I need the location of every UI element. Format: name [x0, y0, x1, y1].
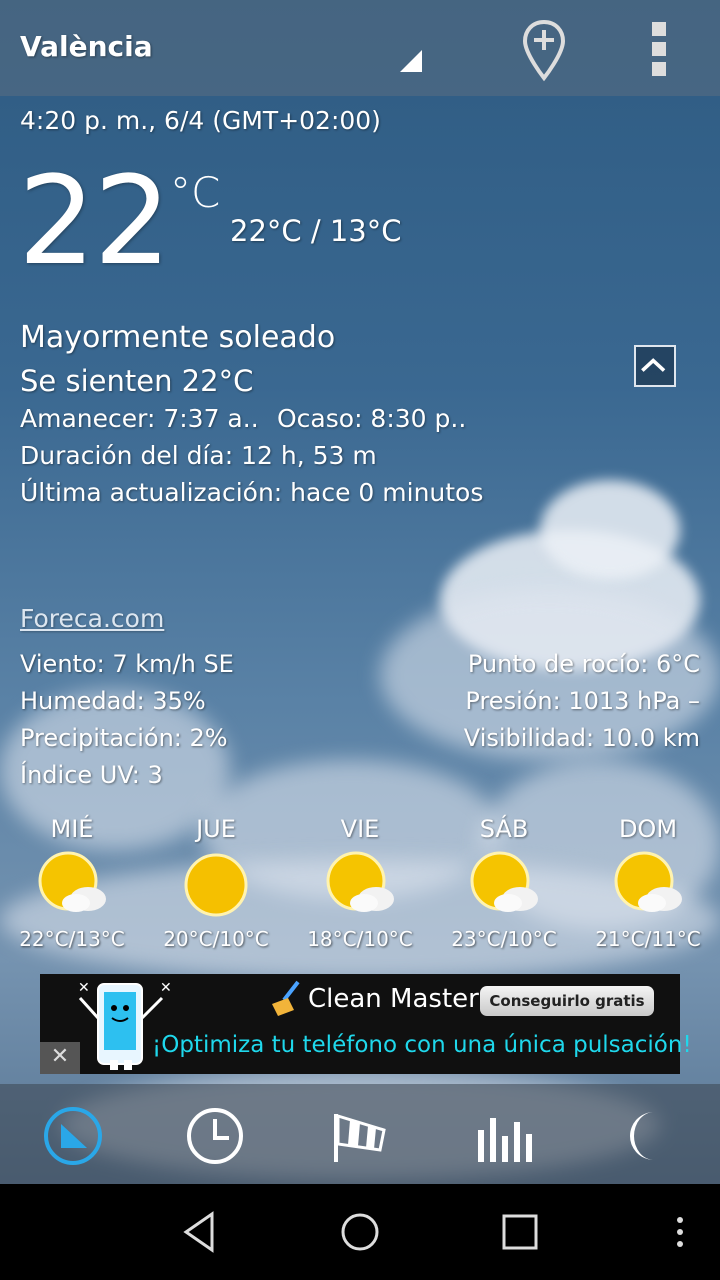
day-length: Duración del día: 12 h, 53 m [20, 441, 377, 470]
forecast-day-name: MIÉ [50, 815, 94, 843]
ad-cta-button[interactable]: Conseguirlo gratis [480, 986, 654, 1016]
sun-cloud-icon [38, 851, 106, 912]
svg-text:✕: ✕ [78, 980, 90, 996]
clock-icon[interactable] [183, 1104, 247, 1168]
ad-title: Clean Master [308, 984, 479, 1014]
city-name[interactable]: València [20, 30, 153, 63]
ad-subtitle: ¡Optimiza tu teléfono con una única puls… [152, 1032, 692, 1058]
recents-icon[interactable] [496, 1208, 544, 1256]
forecast-day-name: SÁB [479, 815, 529, 843]
last-update: Última actualización: hace 0 minutos [20, 478, 484, 507]
current-temperature: 22 [18, 150, 171, 292]
forecast-day[interactable]: JUE 20°C/10°C [144, 815, 288, 951]
daily-forecast: MIÉ 22°C/13°C JUE 20°C/10°C VIE 18°C/10°… [0, 815, 720, 955]
system-nav-bar [0, 1184, 720, 1280]
visibility: Visibilidad: 10.0 km [463, 724, 700, 752]
home-icon[interactable] [336, 1208, 384, 1256]
ad-banner[interactable]: ✕ ✕ Clean Master Conseguirlo gratis ¡Opt… [40, 974, 692, 1074]
top-bar: València [0, 0, 720, 96]
chevron-up-icon [641, 358, 666, 372]
wind: Viento: 7 km/h SE [20, 650, 234, 678]
forecast-day-name: JUE [196, 815, 236, 843]
local-time: 4:20 p. m., 6/4 (GMT+02:00) [20, 106, 381, 135]
moon-icon[interactable] [614, 1104, 678, 1168]
forecast-range: 18°C/10°C [307, 927, 413, 951]
sunrise: Amanecer: 7:37 a.. [20, 404, 259, 433]
forecast-range: 21°C/11°C [595, 927, 701, 951]
sun-icon [184, 853, 248, 917]
forecast-day[interactable]: DOM 21°C/11°C [576, 815, 720, 951]
dew-point: Punto de rocío: 6°C [467, 650, 700, 678]
sunset: Ocaso: 8:30 p.. [277, 404, 467, 433]
sun-cloud-icon [326, 851, 394, 912]
add-location-icon[interactable] [522, 18, 566, 84]
svg-text:✕: ✕ [160, 980, 172, 996]
windsock-icon[interactable] [328, 1104, 392, 1168]
uv-index: Índice UV: 3 [20, 761, 163, 789]
collapse-button[interactable] [634, 345, 676, 387]
temperature-unit: °C [170, 168, 221, 217]
sun-cloud-icon [470, 851, 538, 912]
source-link[interactable]: Foreca.com [20, 604, 164, 633]
current-weather-icon[interactable] [41, 1104, 105, 1168]
back-icon[interactable] [176, 1208, 224, 1256]
feels-like: Se sienten 22°C [20, 364, 254, 398]
forecast-range: 23°C/10°C [451, 927, 557, 951]
pressure: Presión: 1013 hPa – [465, 687, 700, 715]
forecast-day[interactable]: VIE 18°C/10°C [288, 815, 432, 951]
overflow-menu-icon[interactable] [652, 22, 668, 78]
sun-cloud-icon [614, 851, 682, 912]
overflow-menu-icon[interactable] [656, 1208, 704, 1256]
tab-bar [0, 1084, 720, 1184]
forecast-day-name: DOM [618, 815, 678, 843]
broom-icon [272, 980, 300, 1016]
city-dropdown-icon[interactable] [400, 50, 422, 72]
forecast-range: 20°C/10°C [163, 927, 269, 951]
forecast-day[interactable]: SÁB 23°C/10°C [432, 815, 576, 951]
condition-text: Mayormente soleado [20, 320, 336, 355]
forecast-day-name: VIE [340, 815, 380, 843]
humidity: Humedad: 35% [20, 687, 206, 715]
bar-chart-icon[interactable] [472, 1104, 536, 1168]
ad-close-button[interactable]: ✕ [40, 1042, 80, 1074]
temperature-range: 22°C / 13°C [230, 214, 402, 248]
forecast-range: 22°C/13°C [19, 927, 125, 951]
background-cloud [540, 480, 680, 580]
forecast-day[interactable]: MIÉ 22°C/13°C [0, 815, 144, 951]
precipitation: Precipitación: 2% [20, 724, 228, 752]
